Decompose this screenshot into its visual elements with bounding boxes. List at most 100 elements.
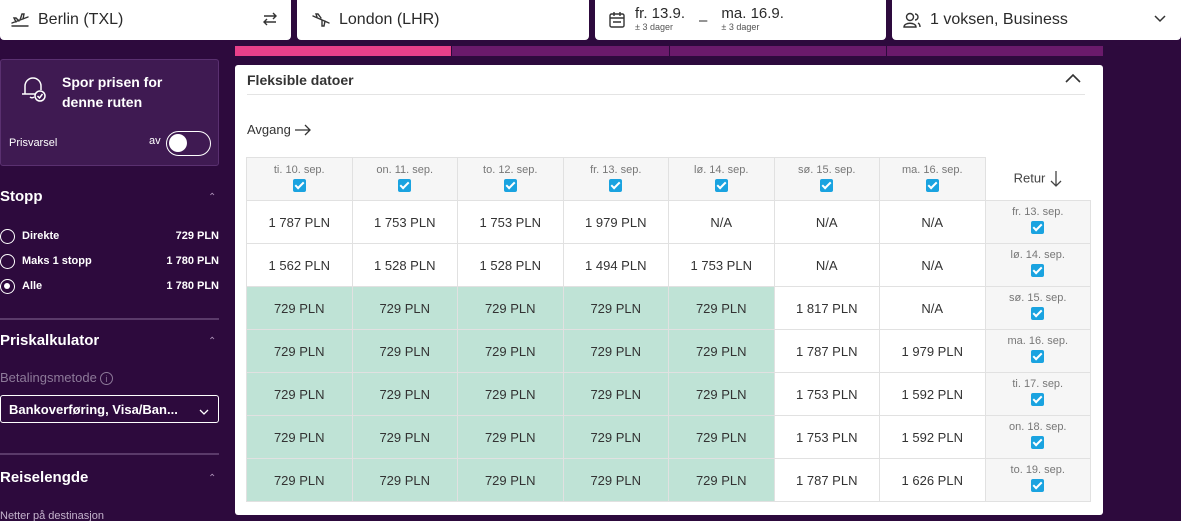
price-cell[interactable]: 729 PLN <box>246 329 353 373</box>
chevron-up-icon[interactable] <box>1065 72 1081 90</box>
checkbox-checked[interactable] <box>1031 436 1045 449</box>
price-cell[interactable]: 729 PLN <box>562 286 669 330</box>
price-cell[interactable]: 1 787 PLN <box>246 200 353 244</box>
destination-field[interactable]: London (LHR) <box>297 0 589 40</box>
price-cell[interactable]: 1 494 PLN <box>562 243 669 287</box>
price-cell[interactable]: 1 626 PLN <box>879 458 986 502</box>
departure-date-header: on. 11. sep. <box>351 157 458 201</box>
price-cell[interactable]: 729 PLN <box>246 415 353 459</box>
stop-option-all[interactable]: Alle 1 780 PLN <box>0 278 219 294</box>
price-cell[interactable]: 729 PLN <box>562 329 669 373</box>
price-cell[interactable]: 1 753 PLN <box>773 415 880 459</box>
price-cell[interactable]: 1 528 PLN <box>457 243 564 287</box>
tab-separator <box>669 46 670 56</box>
price-cell[interactable]: 729 PLN <box>246 372 353 416</box>
payment-method-select[interactable]: Bankoverføring, Visa/Ban... <box>0 395 219 423</box>
price-cell[interactable]: 729 PLN <box>457 415 564 459</box>
radio-button[interactable] <box>0 228 15 244</box>
price-cell[interactable]: 729 PLN <box>668 286 775 330</box>
origin-field[interactable]: Berlin (TXL) <box>0 0 291 40</box>
bell-check-icon <box>17 72 49 109</box>
price-cell[interactable]: 729 PLN <box>246 286 353 330</box>
price-cell[interactable]: 729 PLN <box>351 415 458 459</box>
toggle-state-label: av <box>149 135 161 147</box>
price-cell[interactable]: 729 PLN <box>668 415 775 459</box>
price-cell[interactable]: 729 PLN <box>562 458 669 502</box>
price-cell[interactable]: 1 753 PLN <box>351 200 458 244</box>
price-cell[interactable]: 1 787 PLN <box>773 329 880 373</box>
stop-option-label: Direkte <box>22 230 60 242</box>
price-calculator-heading[interactable]: Priskalkulator <box>0 332 99 349</box>
swap-icon[interactable] <box>261 10 279 33</box>
stops-heading[interactable]: Stopp <box>0 188 43 205</box>
checkbox-checked[interactable] <box>1031 307 1045 320</box>
info-icon[interactable]: i <box>99 372 113 386</box>
checkbox-checked[interactable] <box>503 179 517 192</box>
chevron-up-icon[interactable]: ⌃ <box>208 336 216 347</box>
checkbox-checked[interactable] <box>1031 393 1045 406</box>
arrow-right-icon <box>294 124 311 135</box>
return-date-header: sø. 15. sep. <box>984 286 1091 330</box>
price-cell[interactable]: 1 979 PLN <box>562 200 669 244</box>
price-cell[interactable]: 1 592 PLN <box>879 415 986 459</box>
checkbox-checked[interactable] <box>714 179 728 192</box>
calendar-icon <box>607 10 627 30</box>
radio-button-selected[interactable] <box>0 278 15 294</box>
price-cell[interactable]: 1 753 PLN <box>668 243 775 287</box>
stop-option-direct[interactable]: Direkte 729 PLN <box>0 228 219 244</box>
checkbox-checked[interactable] <box>1031 350 1045 363</box>
price-cell[interactable]: 1 592 PLN <box>879 372 986 416</box>
trip-length-heading[interactable]: Reiselengde <box>0 469 88 486</box>
price-cell[interactable]: 729 PLN <box>351 329 458 373</box>
return-date-header: ti. 17. sep. <box>984 372 1091 416</box>
price-row: 729 PLN 729 PLN 729 PLN 729 PLN 729 PLN 1 753… <box>246 415 1091 459</box>
price-alert-label: Prisvarsel <box>9 137 58 149</box>
chevron-up-icon[interactable]: ⌃ <box>208 192 216 203</box>
price-cell[interactable]: 729 PLN <box>457 329 564 373</box>
price-cell[interactable]: 729 PLN <box>351 286 458 330</box>
checkbox-checked[interactable] <box>292 179 306 192</box>
price-cell[interactable]: 729 PLN <box>668 372 775 416</box>
return-date-header: lø. 14. sep. <box>984 243 1091 287</box>
price-cell: N/A <box>879 200 986 244</box>
checkbox-checked[interactable] <box>1031 479 1045 492</box>
price-cell[interactable]: 729 PLN <box>562 415 669 459</box>
price-cell[interactable]: 1 753 PLN <box>773 372 880 416</box>
price-row: 729 PLN 729 PLN 729 PLN 729 PLN 729 PLN 1 817… <box>246 286 1091 330</box>
checkbox-checked[interactable] <box>820 179 834 192</box>
price-cell[interactable]: 729 PLN <box>351 458 458 502</box>
checkbox-checked[interactable] <box>925 179 939 192</box>
price-cell[interactable]: 729 PLN <box>668 458 775 502</box>
price-cell[interactable]: 729 PLN <box>457 458 564 502</box>
price-cell[interactable]: 1 787 PLN <box>773 458 880 502</box>
checkbox-checked[interactable] <box>609 179 623 192</box>
price-cell[interactable]: 1 528 PLN <box>351 243 458 287</box>
price-cell[interactable]: 729 PLN <box>457 372 564 416</box>
checkbox-checked[interactable] <box>398 179 412 192</box>
divider <box>0 318 219 320</box>
price-cell[interactable]: 729 PLN <box>351 372 458 416</box>
price-cell[interactable]: 1 817 PLN <box>773 286 880 330</box>
tab-active[interactable] <box>235 46 451 56</box>
flexible-dates-table: ti. 10. sep. on. 11. sep. to. 12. sep. fr. … <box>246 157 1091 502</box>
chevron-up-icon[interactable]: ⌃ <box>208 473 216 484</box>
passengers-field[interactable]: 1 voksen, Business <box>892 0 1181 40</box>
price-cell[interactable]: 1 979 PLN <box>879 329 986 373</box>
stop-option-price: 1 780 PLN <box>166 280 219 292</box>
price-alert-toggle[interactable] <box>166 131 211 156</box>
departure-date-header: fr. 13. sep. <box>562 157 669 201</box>
price-cell[interactable]: 729 PLN <box>457 286 564 330</box>
price-cell[interactable]: 729 PLN <box>668 329 775 373</box>
chevron-down-icon[interactable] <box>1153 12 1167 31</box>
radio-button[interactable] <box>0 253 15 269</box>
dates-field[interactable]: fr. 13.9. ± 3 dager – ma. 16.9. ± 3 dage… <box>595 0 886 40</box>
checkbox-checked[interactable] <box>1031 264 1045 277</box>
price-cell[interactable]: 729 PLN <box>562 372 669 416</box>
return-label: Retur <box>984 157 1091 201</box>
price-cell[interactable]: 1 562 PLN <box>246 243 353 287</box>
checkbox-checked[interactable] <box>1031 221 1045 234</box>
price-cell[interactable]: 729 PLN <box>246 458 353 502</box>
stop-option-max-one[interactable]: Maks 1 stopp 1 780 PLN <box>0 253 219 269</box>
search-bar: Berlin (TXL) London (LHR) fr. 13.9. ± 3 … <box>0 0 1181 40</box>
price-cell[interactable]: 1 753 PLN <box>457 200 564 244</box>
